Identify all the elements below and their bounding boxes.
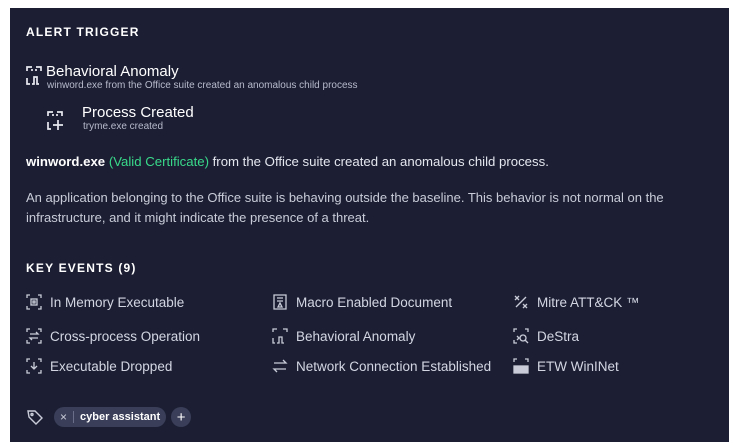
key-event-item[interactable]: In Memory Executable: [26, 292, 184, 312]
add-tag-button[interactable]: +: [171, 407, 192, 427]
mitre-icon: [514, 295, 528, 309]
key-event-item[interactable]: Macro Enabled Document: [272, 292, 452, 312]
key-event-item[interactable]: Cross-process Operation: [26, 326, 200, 346]
alert-summary: winword.exe (Valid Certificate) from the…: [26, 154, 549, 169]
key-event-item[interactable]: DeStra: [513, 326, 579, 346]
key-event-item[interactable]: Executable Dropped: [26, 356, 172, 376]
process-created-icon: [47, 111, 67, 131]
key-event-label: Mitre ATT&CK ™: [537, 294, 640, 310]
in-memory-executable-icon: [26, 294, 42, 310]
tag-label: cyber assistant: [80, 411, 161, 423]
key-event-item[interactable]: ETW WinINet: [513, 356, 619, 376]
cross-process-icon: [26, 328, 42, 344]
trigger-title: Process Created: [82, 104, 194, 121]
chip-divider: [73, 411, 75, 423]
key-event-item[interactable]: Network Connection Established: [272, 356, 491, 376]
network-connection-icon: [272, 359, 288, 373]
key-event-label: Executable Dropped: [50, 358, 173, 374]
key-events-heading: KEY EVENTS (9): [26, 261, 137, 275]
summary-text: from the Office suite created an anomalo…: [208, 154, 549, 169]
tag-icon: [27, 410, 43, 425]
alert-description: An application belonging to the Office s…: [26, 190, 664, 225]
trigger-subtitle: tryme.exe created: [83, 121, 164, 132]
destra-icon: [513, 328, 529, 344]
key-event-label: Network Connection Established: [296, 358, 492, 374]
key-event-label: Behavioral Anomaly: [296, 328, 416, 344]
process-name: winword.exe: [26, 154, 106, 169]
macro-document-icon: [273, 294, 287, 310]
certificate-status: (Valid Certificate): [108, 154, 209, 169]
close-icon[interactable]: ×: [60, 410, 67, 424]
etw-wininet-icon: [513, 358, 529, 374]
trigger-title: Behavioral Anomaly: [46, 63, 179, 80]
key-event-item[interactable]: Mitre ATT&CK ™: [513, 292, 640, 312]
key-event-label: Macro Enabled Document: [296, 294, 453, 310]
trigger-subtitle: winword.exe from the Office suite create…: [47, 80, 358, 91]
key-event-label: In Memory Executable: [50, 294, 185, 310]
behavioral-anomaly-icon: [26, 66, 46, 86]
alert-trigger-heading: ALERT TRIGGER: [26, 25, 140, 39]
key-event-label: ETW WinINet: [537, 358, 619, 374]
tag-chip[interactable]: × cyber assistant: [54, 407, 167, 427]
key-event-label: DeStra: [537, 328, 580, 344]
alert-panel: ALERT TRIGGER Behavioral Anomaly winword…: [10, 8, 729, 442]
behavioral-anomaly-icon: [272, 328, 288, 344]
executable-dropped-icon: [26, 358, 42, 374]
key-event-label: Cross-process Operation: [50, 328, 201, 344]
tags-bar: × cyber assistant +: [26, 406, 192, 428]
key-event-item[interactable]: Behavioral Anomaly: [272, 326, 415, 346]
